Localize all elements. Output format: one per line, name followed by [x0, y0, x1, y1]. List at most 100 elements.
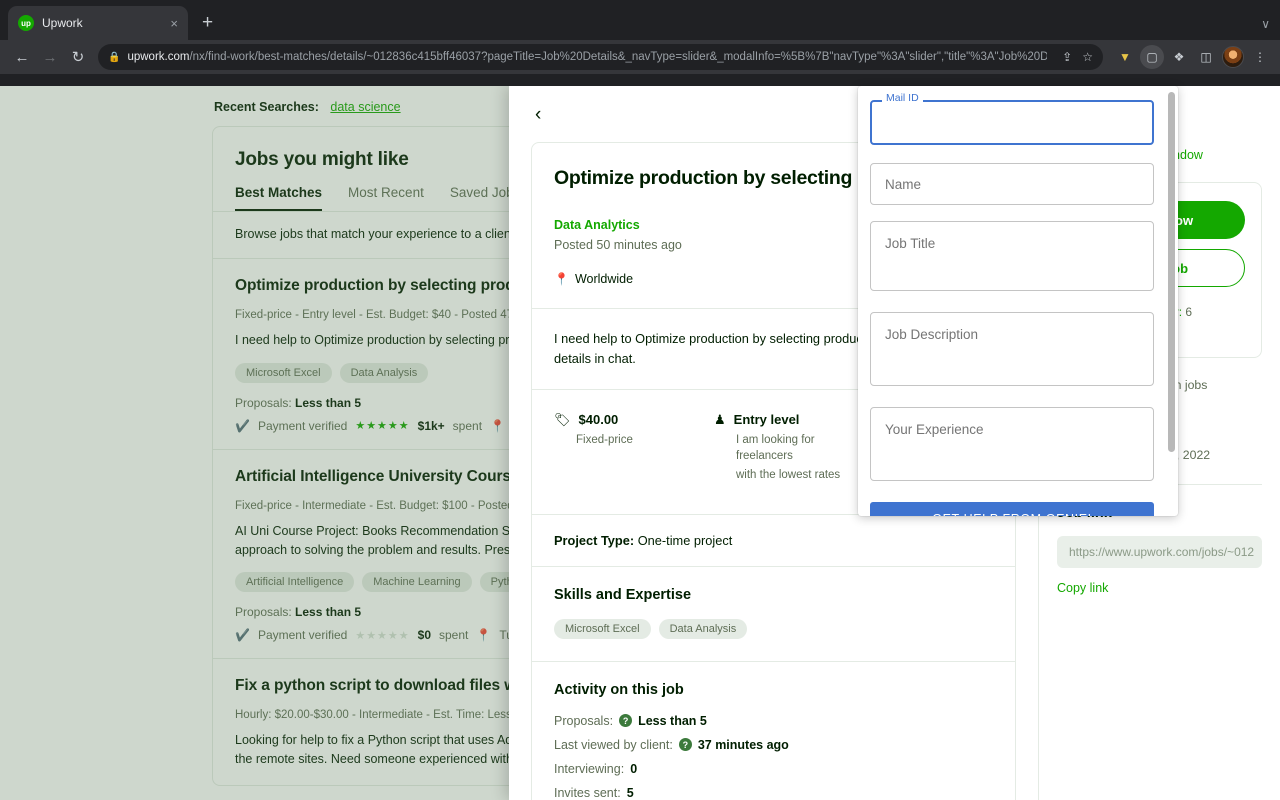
reload-button[interactable]: ↻	[64, 43, 92, 71]
genie-form: Mail ID GET HELP FROM GENIE!	[858, 86, 1178, 516]
url-host: upwork.com	[127, 51, 189, 63]
your-experience-input[interactable]	[870, 407, 1154, 481]
skill-tag[interactable]: Microsoft Excel	[554, 619, 651, 639]
tab-strip: up Upwork × + ∨	[0, 0, 1280, 40]
proposals-value: Less than 5	[295, 396, 361, 410]
job-description-field	[870, 312, 1166, 391]
browser-tab-upwork[interactable]: up Upwork ×	[8, 6, 188, 40]
notes-extension-icon[interactable]: ▢	[1140, 45, 1164, 69]
tab-best-matches[interactable]: Best Matches	[235, 185, 322, 211]
client-spent-suffix: spent	[453, 419, 482, 433]
skills-heading: Skills and Expertise	[554, 587, 993, 603]
project-type-value: One-time project	[638, 533, 733, 548]
chevron-down-icon[interactable]: ∨	[1261, 17, 1280, 40]
grammarly-extension-icon[interactable]: ▼	[1113, 45, 1137, 69]
forward-button[interactable]: →	[36, 43, 64, 71]
activity-row-interviewing: Interviewing: 0	[554, 762, 993, 776]
get-help-from-genie-button[interactable]: GET HELP FROM GENIE!	[870, 502, 1154, 516]
payment-verified-label: Payment verified	[258, 628, 347, 642]
job-tag[interactable]: Artificial Intelligence	[235, 572, 354, 592]
name-input[interactable]	[870, 163, 1154, 205]
side-panel-icon[interactable]: ◫	[1194, 45, 1218, 69]
activity-label: Invites sent:	[554, 786, 621, 800]
genie-form-panel: Mail ID GET HELP FROM GENIE!	[858, 86, 1178, 516]
payment-verified-label: Payment verified	[258, 419, 347, 433]
project-type-label: Project Type:	[554, 533, 634, 548]
job-tag[interactable]: Machine Learning	[362, 572, 471, 592]
chrome-menu-icon[interactable]: ⋮	[1248, 45, 1272, 69]
mail-id-field-wrapper: Mail ID	[870, 100, 1166, 145]
skills-tags: Microsoft Excel Data Analysis	[554, 619, 993, 639]
recent-search-link[interactable]: data science	[330, 100, 400, 114]
your-experience-field	[870, 407, 1166, 486]
recent-searches-label: Recent Searches:	[214, 100, 319, 114]
activity-row-invites-sent: Invites sent: 5	[554, 786, 993, 800]
budget-type: Fixed-price	[576, 432, 714, 449]
help-icon[interactable]: ?	[619, 714, 632, 727]
budget-amount: $40.00	[579, 412, 619, 427]
payment-verified-icon: ✔️	[235, 419, 250, 433]
location-pin-icon: 📍	[490, 419, 505, 433]
name-field	[870, 163, 1166, 205]
proposals-value: Less than 5	[295, 605, 361, 619]
client-spent-suffix: spent	[439, 628, 468, 642]
tab-title: Upwork	[42, 16, 162, 30]
address-bar[interactable]: 🔒 upwork.com/nx/find-work/best-matches/d…	[98, 44, 1103, 70]
project-type-row: Project Type: One-time project	[532, 515, 1015, 567]
experience-level: Entry level	[734, 412, 800, 427]
experience-sub-2: with the lowest rates	[736, 467, 874, 484]
activity-label: Proposals:	[554, 714, 613, 728]
help-icon[interactable]: ?	[679, 738, 692, 751]
proposals-label: Proposals:	[235, 605, 292, 619]
experience-level-icon: ♟	[714, 412, 726, 428]
job-fact-budget: 🏷 $40.00 Fixed-price	[554, 412, 714, 484]
activity-value: 5	[627, 786, 634, 800]
new-tab-button[interactable]: +	[202, 12, 213, 34]
client-spent: $1k+	[418, 419, 445, 433]
job-tag[interactable]: Data Analysis	[340, 363, 429, 383]
back-chevron-icon[interactable]: ‹	[529, 103, 547, 126]
location-pin-icon: 📍	[554, 272, 569, 286]
job-description-input[interactable]	[870, 312, 1154, 386]
extension-icons: ▼ ▢ ❖ ◫ ⋮	[1109, 45, 1272, 69]
skills-section: Skills and Expertise Microsoft Excel Dat…	[532, 567, 1015, 662]
activity-value: Less than 5	[638, 714, 707, 728]
close-tab-icon[interactable]: ×	[170, 17, 178, 30]
skill-tag[interactable]: Data Analysis	[659, 619, 748, 639]
activity-section: Activity on this job Proposals: ? Less t…	[532, 662, 1015, 800]
payment-verified-icon: ✔️	[235, 628, 250, 642]
client-rating-stars: ★★★★★	[355, 419, 409, 432]
extensions-puzzle-icon[interactable]: ❖	[1167, 45, 1191, 69]
browser-toolbar: ← → ↻ 🔒 upwork.com/nx/find-work/best-mat…	[0, 40, 1280, 74]
mail-id-label: Mail ID	[882, 93, 923, 104]
activity-value: 0	[630, 762, 637, 776]
share-icon[interactable]: ⇪	[1062, 50, 1072, 64]
activity-heading: Activity on this job	[554, 682, 993, 698]
genie-scrollbar-thumb[interactable]	[1168, 92, 1175, 452]
client-spent: $0	[418, 628, 431, 642]
job-fact-experience: ♟ Entry level I am looking for freelance…	[714, 412, 874, 484]
activity-label: Interviewing:	[554, 762, 624, 776]
client-rating-stars: ★★★★★	[355, 629, 409, 642]
price-tag-icon: 🏷	[554, 412, 571, 428]
genie-scrollbar[interactable]	[1168, 92, 1175, 510]
job-title-field	[870, 221, 1166, 296]
url-path: /nx/find-work/best-matches/details/~0128…	[189, 51, 1047, 63]
url-text: upwork.com/nx/find-work/best-matches/det…	[127, 51, 1047, 63]
lock-icon: 🔒	[108, 52, 120, 63]
chrome-browser-window: up Upwork × + ∨ ← → ↻ 🔒 upwork.com/nx/fi…	[0, 0, 1280, 800]
job-title-input[interactable]	[870, 221, 1154, 291]
tab-most-recent[interactable]: Most Recent	[348, 185, 424, 211]
activity-row-last-viewed: Last viewed by client: ? 37 minutes ago	[554, 738, 993, 752]
activity-value: 37 minutes ago	[698, 738, 789, 752]
star-icon[interactable]: ☆	[1082, 50, 1093, 64]
profile-avatar[interactable]	[1221, 45, 1245, 69]
job-tag[interactable]: Microsoft Excel	[235, 363, 332, 383]
mail-id-input[interactable]	[870, 100, 1154, 145]
copy-link-button[interactable]: Copy link	[1057, 581, 1262, 595]
job-link-input[interactable]: https://www.upwork.com/jobs/~012	[1057, 536, 1262, 568]
back-button[interactable]: ←	[8, 43, 36, 71]
activity-label: Last viewed by client:	[554, 738, 673, 752]
activity-row-proposals: Proposals: ? Less than 5	[554, 714, 993, 728]
experience-sub-1: I am looking for freelancers	[736, 432, 874, 465]
